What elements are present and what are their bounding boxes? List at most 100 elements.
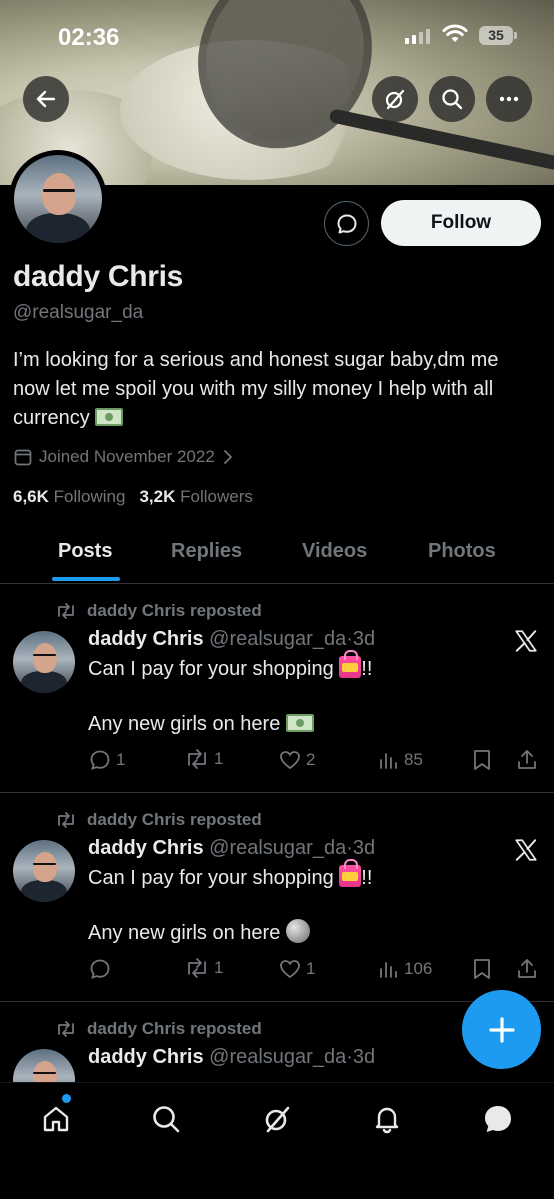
post-separator: · [346,628,353,650]
tab-posts[interactable]: Posts [58,540,112,563]
reply-icon [90,959,110,979]
following-label: Following [53,487,126,506]
bottom-nav [0,1082,554,1199]
followers-count: 3,2K [139,487,176,506]
reply-button[interactable]: 1 [88,748,125,772]
moon-emoji-icon [285,919,310,943]
following-link[interactable]: 6,6K Following [13,487,125,507]
share-button[interactable] [515,748,539,772]
repost-button[interactable]: 1 [184,748,223,770]
like-count: 1 [306,959,316,978]
post-separator: · [346,837,353,859]
shopping-bags-emoji-icon [339,650,362,678]
nav-home[interactable] [36,1099,76,1139]
post-item[interactable]: daddy Chris reposted daddy Chris @realsu… [0,794,554,1002]
share-icon [518,959,536,978]
tab-videos[interactable]: Videos [302,540,367,563]
repost-icon [58,603,74,619]
post-author-line: daddy Chris @realsugar_da·3d [88,628,375,651]
joined-date[interactable]: Joined November 2022 [13,447,235,467]
heart-icon [280,751,300,770]
post-author[interactable]: daddy Chris [88,628,204,650]
message-button[interactable] [324,201,369,246]
repost-icon [188,958,206,978]
tab-replies[interactable]: Replies [171,540,242,563]
repost-icon [58,1021,74,1037]
followers-link[interactable]: 3,2K Followers [139,487,252,507]
search-button[interactable] [429,76,475,122]
views-button[interactable]: 85 [376,748,423,772]
views-icon [380,753,397,769]
views-button[interactable]: 106 [376,957,432,981]
post-handle[interactable]: @realsugar_da [209,837,346,859]
post-age: 3d [352,628,376,650]
post-text-suffix: !! [361,867,373,889]
avatar[interactable] [13,840,75,902]
more-icon [499,96,519,102]
bookmark-icon [474,959,490,979]
post-age: 3d [352,837,376,859]
plus-icon [488,1016,515,1043]
nav-grok[interactable] [257,1099,297,1139]
bookmark-button[interactable] [471,957,493,981]
reply-button[interactable] [88,957,116,981]
profile-avatar[interactable] [9,150,107,248]
tab-photos[interactable]: Photos [428,540,496,563]
profile-bio: I’m looking for a serious and honest sug… [13,346,538,433]
like-count: 2 [306,750,316,769]
post-text-line1: Can I pay for your shopping !! [88,650,372,683]
post-separator: · [346,1046,353,1068]
post-actions: 1 1 2 85 [88,748,540,774]
post-text-line1: Can I pay for your shopping !! [88,859,373,892]
status-bar: 02:36 35 [0,0,554,70]
avatar[interactable] [13,1049,75,1082]
share-button[interactable] [515,957,539,981]
post-item[interactable]: daddy Chris reposted daddy Chris @realsu… [0,585,554,793]
heart-icon [280,960,300,979]
repost-button[interactable]: 1 [184,957,223,979]
bio-text: I’m looking for a serious and honest sug… [13,349,499,429]
followers-label: Followers [180,487,253,506]
like-button[interactable]: 2 [278,748,315,772]
shopping-bags-emoji-icon [339,859,362,887]
calendar-icon [14,449,32,466]
post-handle[interactable]: @realsugar_da [209,1046,346,1068]
grok-button[interactable] [372,76,418,122]
repost-indicator: daddy Chris reposted [55,810,262,830]
post-handle[interactable]: @realsugar_da [209,628,346,650]
nav-messages[interactable] [478,1099,518,1139]
post-text: Can I pay for your shopping [88,658,334,680]
arrow-left-icon [36,90,56,108]
post-author[interactable]: daddy Chris [88,1046,204,1068]
avatar[interactable] [13,631,75,693]
repost-icon [188,749,206,769]
repost-count: 1 [214,749,224,768]
like-button[interactable]: 1 [278,957,315,981]
nav-notifications[interactable] [367,1099,407,1139]
wifi-icon [442,24,468,42]
money-emoji-icon [285,714,314,732]
bookmark-button[interactable] [471,748,493,772]
post-author[interactable]: daddy Chris [88,837,204,859]
follow-button[interactable]: Follow [381,200,541,246]
profile-handle: @realsugar_da [13,302,144,323]
compose-button[interactable] [462,990,541,1069]
repost-indicator: daddy Chris reposted [55,601,262,621]
chevron-right-icon [223,450,232,464]
views-icon [380,962,397,978]
x-logo-icon [515,839,537,861]
avatar [14,155,102,243]
back-button[interactable] [23,76,69,122]
more-button[interactable] [486,76,532,122]
repost-count: 1 [214,958,224,977]
profile-tabs: Posts Replies Videos Photos [0,530,554,584]
post-actions: 1 1 106 [88,957,540,983]
nav-search[interactable] [146,1099,186,1139]
bookmark-icon [474,750,490,770]
notification-dot [62,1094,71,1103]
x-logo-icon [515,630,537,652]
post-text: Can I pay for your shopping [88,867,334,889]
grok-icon [265,1106,290,1133]
post-text: Any new girls on here [88,713,281,735]
search-icon [442,89,463,110]
